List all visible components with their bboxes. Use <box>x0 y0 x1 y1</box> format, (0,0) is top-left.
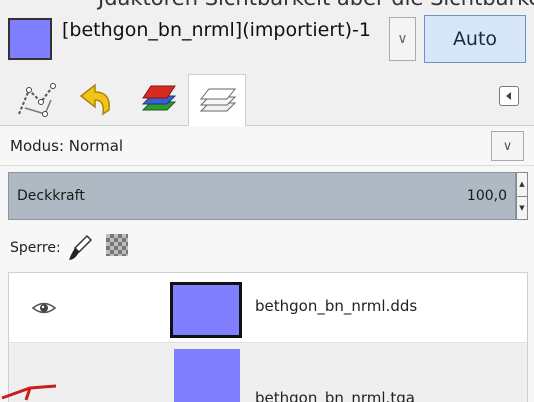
chevron-down-icon: ∨ <box>502 138 513 154</box>
auto-button[interactable]: Auto <box>424 15 526 63</box>
image-menu-row: [bethgon_bn_nrml](importiert)-1 ∨ Auto <box>0 12 534 68</box>
lock-label: Sperre: <box>10 240 61 256</box>
image-color-swatch <box>8 18 52 60</box>
spin-down-icon[interactable]: ▼ <box>517 195 527 220</box>
opacity-label: Deckkraft <box>17 188 85 204</box>
opacity-slider[interactable]: Deckkraft 100,0 <box>8 172 516 220</box>
layer-row[interactable]: bethgon_bn_nrml.tga <box>9 343 527 402</box>
red-annotation-arrow <box>1 384 57 401</box>
tab-channels[interactable] <box>128 74 186 126</box>
opacity-spinner[interactable]: ▲ ▼ <box>516 172 528 220</box>
paths-icon <box>18 83 56 117</box>
cut-off-caption-text: Jdaktoren Sichtbarkeit aber die Sichtbar… <box>98 0 534 10</box>
lock-row: Sperre: <box>0 230 534 268</box>
layer-name[interactable]: bethgon_bn_nrml.tga <box>255 389 415 402</box>
image-select-dropdown[interactable]: ∨ <box>389 17 416 61</box>
channels-icon <box>141 85 177 111</box>
spin-up-icon[interactable]: ▲ <box>517 173 527 196</box>
eye-icon[interactable] <box>31 299 57 317</box>
image-title[interactable]: [bethgon_bn_nrml](importiert)-1 <box>62 19 371 41</box>
layer-name[interactable]: bethgon_bn_nrml.dds <box>255 297 417 315</box>
tab-undo-history[interactable] <box>68 74 126 126</box>
lock-alpha-icon[interactable] <box>106 234 128 256</box>
opacity-value: 100,0 <box>466 188 507 204</box>
undo-history-icon <box>79 83 110 116</box>
layers-icon <box>199 88 237 112</box>
layer-list: bethgon_bn_nrml.dds bethgon_bn_nrml.tga <box>8 272 528 402</box>
mode-dropdown[interactable]: ∨ <box>491 131 524 161</box>
tab-menu-button[interactable] <box>499 86 519 106</box>
layer-thumbnail[interactable] <box>170 282 242 338</box>
layer-row[interactable]: bethgon_bn_nrml.dds <box>9 273 527 343</box>
layer-thumbnail[interactable] <box>174 349 240 402</box>
mode-label[interactable]: Modus: Normal <box>10 137 123 155</box>
lock-pixels-icon[interactable] <box>67 234 93 262</box>
chevron-down-icon: ∨ <box>397 31 408 47</box>
dock-tabs <box>0 68 534 127</box>
mode-row: Modus: Normal ∨ <box>0 126 534 166</box>
tab-layers[interactable] <box>188 74 246 127</box>
cut-off-caption: Jdaktoren Sichtbarkeit aber die Sichtbar… <box>0 0 534 12</box>
triangle-left-icon <box>506 92 511 100</box>
layers-panel: Modus: Normal ∨ Deckkraft 100,0 ▲ ▼ Sper… <box>0 126 534 402</box>
tab-paths[interactable] <box>8 74 66 126</box>
